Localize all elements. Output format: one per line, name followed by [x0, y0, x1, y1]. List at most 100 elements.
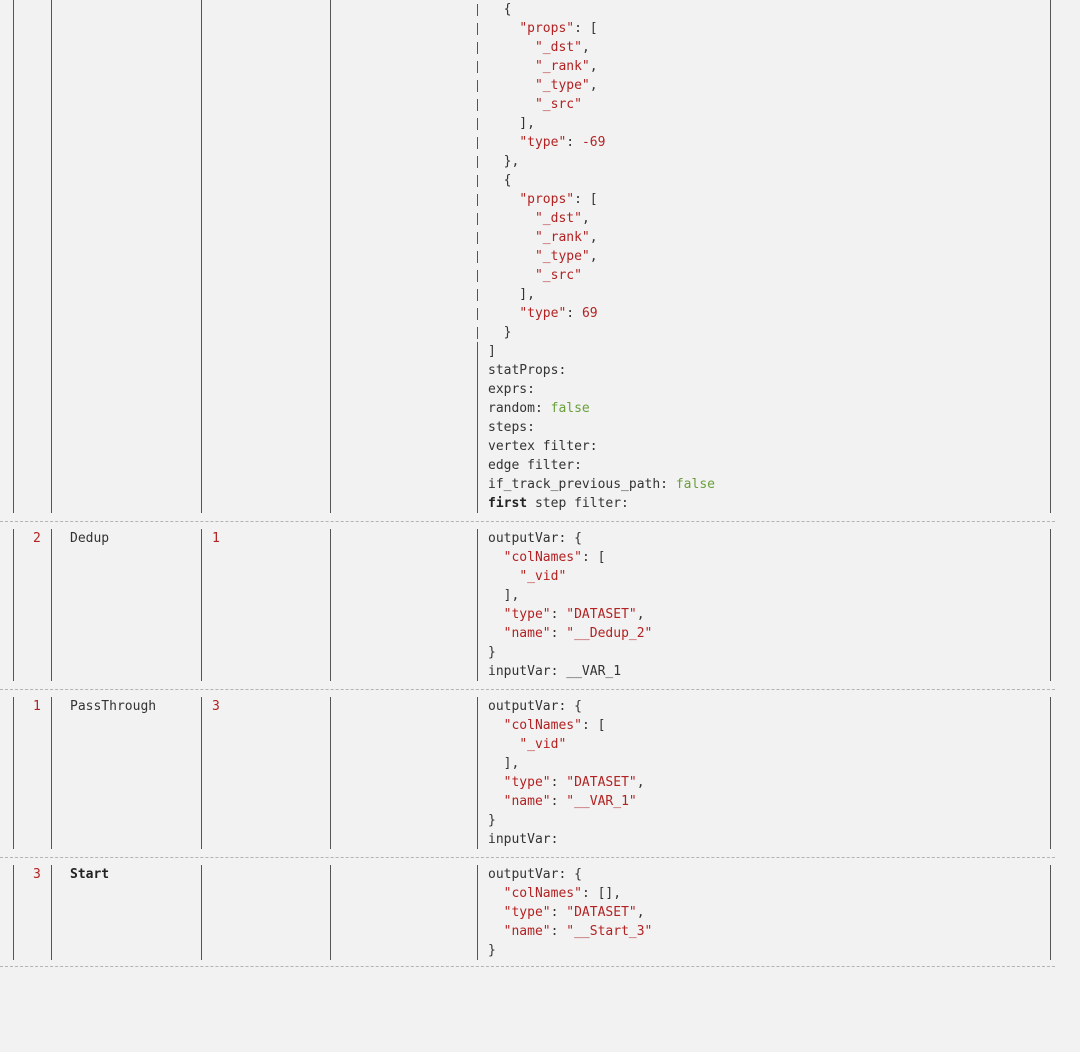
table-row-line: "props": [	[0, 190, 1080, 209]
column-separator	[13, 152, 14, 171]
column-separator	[201, 57, 202, 76]
column-separator	[330, 437, 331, 456]
column-separator	[13, 643, 14, 662]
column-separator	[330, 697, 331, 716]
row-detail-line: "type": "DATASET",	[503, 905, 645, 920]
column-separator	[51, 361, 52, 380]
column-separator	[51, 0, 52, 19]
column-separator	[13, 437, 14, 456]
column-separator	[51, 190, 52, 209]
column-separator	[13, 190, 14, 209]
column-separator	[1050, 697, 1051, 716]
row-detail-line: first step filter:	[488, 496, 629, 511]
table-row-line: "_type",	[0, 247, 1080, 266]
table-row-line: "colNames": [	[0, 716, 1080, 735]
column-separator	[477, 23, 478, 35]
column-separator	[477, 80, 478, 92]
row-detail-line: inputVar: __VAR_1	[488, 664, 622, 679]
column-separator	[13, 380, 14, 399]
column-separator	[51, 830, 52, 849]
column-separator	[13, 38, 14, 57]
column-separator	[477, 4, 478, 16]
column-separator	[51, 285, 52, 304]
table-row-line: "_dst",	[0, 38, 1080, 57]
row-detail-line: "props": [	[519, 21, 598, 36]
column-separator	[1050, 361, 1051, 380]
table-row-line: "colNames": [	[0, 548, 1080, 567]
column-separator	[13, 361, 14, 380]
column-separator	[330, 662, 331, 681]
table-row-line: edge filter:	[0, 456, 1080, 475]
column-separator	[201, 662, 202, 681]
row-detail-line: random: false	[488, 401, 590, 416]
column-separator	[201, 903, 202, 922]
column-separator	[1050, 266, 1051, 285]
table-row-line: "name": "__VAR_1"	[0, 792, 1080, 811]
column-separator	[330, 567, 331, 586]
column-separator	[13, 304, 14, 323]
column-separator	[13, 811, 14, 830]
row-detail-line: }	[488, 813, 496, 828]
row-detail-line: }	[488, 645, 496, 660]
column-separator	[201, 266, 202, 285]
column-separator	[330, 865, 331, 884]
column-separator	[477, 624, 478, 643]
row-divider	[0, 689, 1055, 690]
row-detail-line: "name": "__Start_3"	[503, 924, 653, 939]
table-row-line: }	[0, 643, 1080, 662]
table-row-line: }	[0, 323, 1080, 342]
column-separator	[477, 232, 478, 244]
row-detail-line: if_track_previous_path: false	[488, 477, 715, 492]
column-separator	[330, 228, 331, 247]
column-separator	[51, 304, 52, 323]
column-separator	[51, 586, 52, 605]
column-separator	[477, 380, 478, 399]
column-separator	[330, 285, 331, 304]
column-separator	[13, 57, 14, 76]
column-separator	[330, 399, 331, 418]
column-separator	[201, 605, 202, 624]
column-separator	[51, 865, 52, 884]
table-row-line: statProps:	[0, 361, 1080, 380]
row-detail-line: "name": "__Dedup_2"	[503, 626, 653, 641]
row-detail-line: "_dst",	[534, 40, 590, 55]
column-separator	[477, 529, 478, 548]
column-separator	[51, 152, 52, 171]
column-separator	[330, 456, 331, 475]
column-separator	[330, 266, 331, 285]
column-separator	[330, 529, 331, 548]
column-separator	[477, 437, 478, 456]
column-separator	[1050, 228, 1051, 247]
row-detail-line: "colNames": [	[503, 550, 606, 565]
column-separator	[51, 456, 52, 475]
column-separator	[1050, 95, 1051, 114]
column-separator	[330, 19, 331, 38]
column-separator	[13, 475, 14, 494]
column-separator	[1050, 57, 1051, 76]
column-separator	[13, 922, 14, 941]
row-detail-line: "props": [	[519, 192, 598, 207]
column-separator	[330, 304, 331, 323]
column-separator	[13, 133, 14, 152]
row-detail-line: "type": "DATASET",	[503, 775, 645, 790]
column-separator	[477, 643, 478, 662]
table-row-line: ],	[0, 285, 1080, 304]
column-separator	[1050, 884, 1051, 903]
column-separator	[477, 456, 478, 475]
column-separator	[13, 941, 14, 960]
column-separator	[330, 903, 331, 922]
column-separator	[51, 529, 52, 548]
column-separator	[13, 903, 14, 922]
row-detail-line: inputVar:	[488, 832, 559, 847]
column-separator	[477, 342, 478, 361]
column-separator	[13, 285, 14, 304]
column-separator	[477, 754, 478, 773]
column-separator	[201, 342, 202, 361]
table-row-line: "name": "__Start_3"	[0, 922, 1080, 941]
column-separator	[201, 456, 202, 475]
row-detail-line: {	[488, 2, 512, 17]
column-separator	[201, 884, 202, 903]
column-separator	[477, 811, 478, 830]
column-separator	[13, 716, 14, 735]
row-name-cell: Start	[70, 867, 110, 882]
